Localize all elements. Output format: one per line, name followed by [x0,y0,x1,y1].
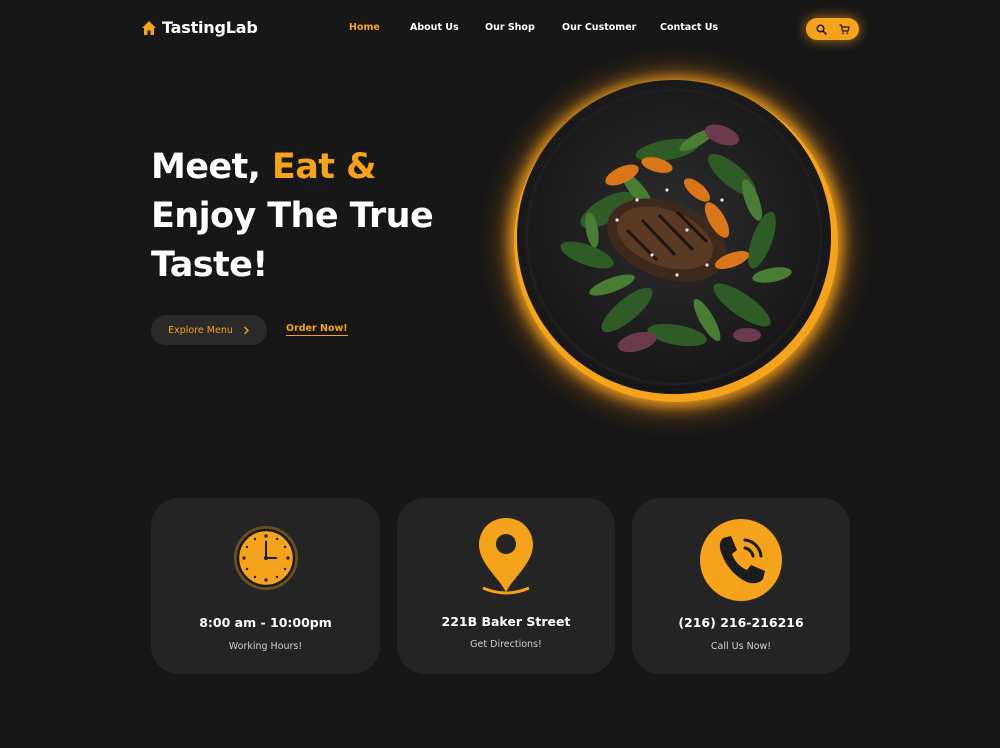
chevron-right-icon [243,326,249,334]
hero-title-line2: Enjoy The True [151,196,434,236]
brand-logo[interactable]: TastingLab [141,18,258,37]
hero-heading: Meet, Eat & Enjoy The True Taste! [151,143,434,290]
location-pin-icon [479,518,533,595]
home-icon [142,20,156,35]
search-icon[interactable] [815,23,827,35]
nav-item-our-customer[interactable]: Our Customer [562,22,636,33]
cart-icon[interactable] [839,23,850,35]
order-now-link[interactable]: Order Now! [286,323,348,336]
address-title: 221B Baker Street [441,614,571,629]
nav-item-about-us[interactable]: About Us [410,22,459,33]
nav-item-home[interactable]: Home [349,22,380,33]
info-card-location: 221B Baker Street Get Directions! [397,498,615,674]
food-plate-image [517,80,831,394]
nav-action-pill [806,18,859,40]
brand-name: TastingLab [162,18,258,37]
call-us-link[interactable]: Call Us Now! [632,641,850,652]
info-card-hours: 8:00 am - 10:00pm Working Hours! [151,498,380,674]
nav-item-our-shop[interactable]: Our Shop [485,22,535,33]
info-card-phone: (216) 216-216216 Call Us Now! [632,498,850,674]
phone-title: (216) 216-216216 [678,615,804,630]
clock-icon [233,526,298,590]
food-illustration [517,80,831,394]
hours-title: 8:00 am - 10:00pm [199,615,332,630]
hero-title-accent: Eat & [271,147,377,187]
phone-icon [700,519,782,601]
top-navigation: TastingLab Home About Us Our Shop Our Cu… [0,0,1000,60]
nav-item-contact-us[interactable]: Contact Us [660,22,718,33]
hours-subtitle: Working Hours! [228,641,303,652]
hero-title-line3: Taste! [151,245,268,285]
explore-menu-label: Explore Menu [168,324,233,336]
hero-title-line1: Meet, [151,147,272,187]
explore-menu-button[interactable]: Explore Menu [151,315,267,345]
get-directions-link[interactable]: Get Directions! [397,639,615,650]
